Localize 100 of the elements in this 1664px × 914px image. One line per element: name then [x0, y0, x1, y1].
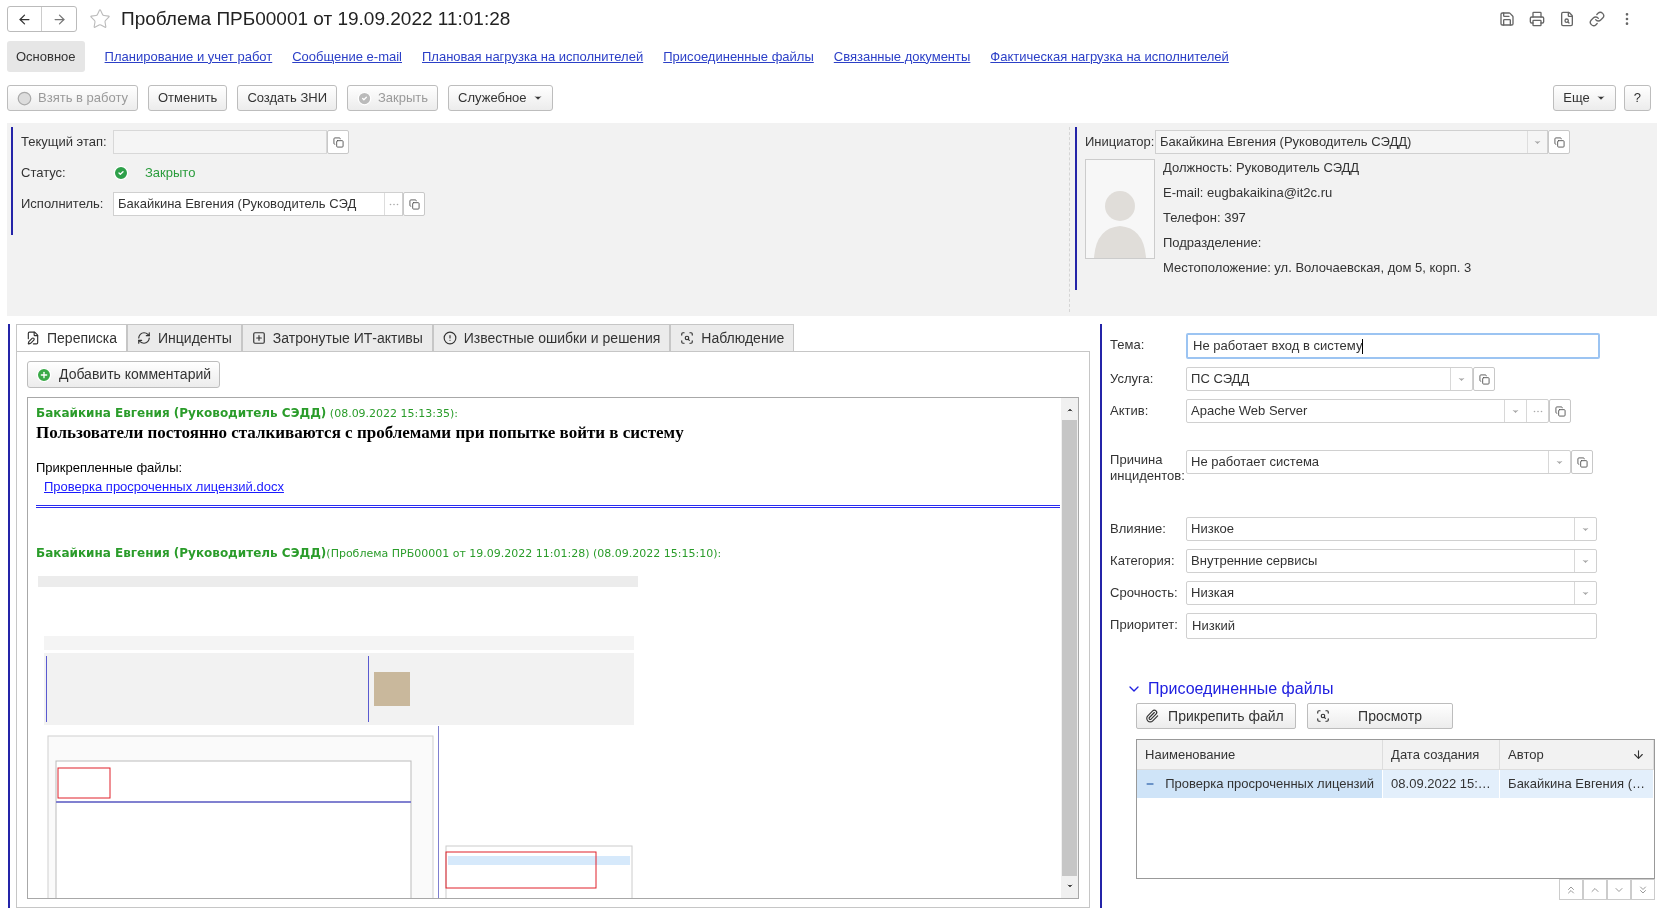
open-button[interactable]: [1473, 367, 1496, 391]
attachments-label: Прикрепленные файлы:: [36, 458, 184, 477]
table-cell-text: Проверка просроченных лицензий: [1165, 775, 1375, 794]
comment-meta: (Проблема ПРБ00001 от 19.09.2022 11:01:28) (08.09.2022 15:15:10):: [326, 546, 722, 560]
select-field[interactable]: ПС СЭДД: [1186, 367, 1474, 391]
open-icon: [1478, 373, 1490, 385]
open-button[interactable]: [327, 130, 349, 154]
status-text: Закрыто: [145, 164, 196, 183]
open-button[interactable]: [403, 192, 425, 216]
alert-icon: [442, 331, 457, 345]
open-icon: [332, 136, 344, 148]
detail-text: Подразделение:: [1163, 234, 1263, 252]
toolbar-button[interactable]: Служебное: [448, 85, 553, 111]
nav-link[interactable]: Планирование и учет работ: [104, 46, 273, 67]
select-field[interactable]: Apache Web Server: [1186, 399, 1550, 423]
back-icon: [17, 11, 32, 27]
view-icon: [1316, 709, 1331, 723]
open-icon: [1554, 405, 1566, 417]
move-down-button[interactable]: [1607, 879, 1631, 900]
more-icon: [388, 202, 399, 206]
scroll-down-icon[interactable]: [1065, 882, 1074, 890]
favorite-star-icon[interactable]: [89, 8, 111, 30]
edit-icon: [26, 331, 40, 345]
detail-text: Должность: Руководитель СЭДД: [1163, 159, 1361, 177]
sort-icon[interactable]: [1632, 748, 1645, 761]
detail-text: Телефон: 397: [1163, 209, 1247, 227]
nav-link[interactable]: Фактическая нагрузка на исполнителей: [990, 46, 1229, 67]
add-comment-button[interactable]: Добавить комментарий: [27, 361, 221, 388]
field-label: Статус:: [21, 164, 67, 183]
select-field[interactable]: Не работает система: [1186, 450, 1572, 474]
move-last-button[interactable]: [1631, 879, 1655, 900]
comment-body: Пользователи постоянно сталкиваются с проблемами при попытке войти в систему: [36, 422, 685, 443]
scrollbar-thumb[interactable]: [1062, 420, 1078, 876]
table-row[interactable]: Проверка просроченных лицензий 08.09.2022 15:… Бакайкина Евгения (…: [1137, 770, 1654, 798]
caret-icon: [1595, 93, 1606, 103]
nav-link[interactable]: Присоединенные файлы: [663, 46, 814, 67]
select-field[interactable]: Внутренние сервисы: [1186, 549, 1598, 573]
select-field[interactable]: Низкая: [1186, 581, 1598, 605]
more-icon: [1532, 409, 1543, 413]
tab[interactable]: Наблюдение: [670, 324, 795, 351]
input-field[interactable]: Бакайкина Евгения (Руководитель СЭД: [113, 192, 403, 216]
save-icon[interactable]: [1499, 11, 1515, 27]
toolbar-button[interactable]: Отменить: [148, 85, 228, 111]
link-icon[interactable]: [1589, 11, 1605, 27]
paperclip-icon: [1145, 709, 1160, 723]
open-button[interactable]: [1548, 130, 1570, 154]
open-icon: [408, 198, 420, 210]
print-icon[interactable]: [1529, 11, 1545, 27]
toolbar-button[interactable]: ?: [1623, 85, 1651, 111]
window-title: Проблема ПРБ00001 от 19.09.2022 11:01:28: [121, 6, 511, 31]
status-check-icon: [113, 165, 129, 181]
open-button[interactable]: [1571, 450, 1594, 474]
field-label: Актив:: [1110, 402, 1150, 419]
section-toggle[interactable]: Присоединенные файлы: [1126, 677, 1664, 701]
field-label: Приоритет:: [1110, 616, 1179, 633]
field-label: Категория:: [1110, 552, 1176, 569]
field-label: Текущий этап:: [21, 133, 108, 152]
move-up-button[interactable]: [1583, 879, 1607, 900]
refresh-icon: [137, 331, 152, 345]
nav-link[interactable]: Сообщение e-mail: [292, 46, 402, 67]
tab[interactable]: Затронутые ИТ-активы: [241, 324, 433, 351]
plus-square-icon: [251, 331, 266, 345]
select-field[interactable]: Низкое: [1186, 517, 1598, 541]
text-field[interactable]: Низкий: [1186, 613, 1598, 639]
attachment-link[interactable]: Проверка просроченных лицензий.docx: [44, 477, 284, 497]
field-label: Срочность:: [1110, 584, 1179, 601]
view-icon: [680, 331, 695, 345]
detail-text: E-mail: eugbakaikina@it2c.ru: [1163, 184, 1334, 202]
move-first-button[interactable]: [1559, 879, 1583, 900]
attach-file-button[interactable]: Прикрепить файл: [1136, 703, 1297, 729]
field-label: Инициатор:: [1085, 133, 1155, 152]
comment-author: Бакайкина Евгения (Руководитель СЭДД): [36, 406, 327, 420]
field-label: Исполнитель:: [21, 195, 105, 214]
nav-link[interactable]: Связанные документы: [833, 46, 971, 67]
select-field[interactable]: Бакайкина Евгения (Руководитель СЭДД): [1155, 130, 1548, 154]
table-cell-text: Бакайкина Евгения (…: [1508, 775, 1645, 794]
toolbar-button[interactable]: Еще: [1553, 85, 1616, 111]
comment-meta: (08.09.2022 15:13:35):: [328, 407, 458, 420]
column-header: Дата создания: [1383, 740, 1501, 769]
add-icon: [36, 366, 52, 383]
nav-link[interactable]: Плановая нагрузка на исполнителей: [422, 46, 644, 67]
double-down-icon: [1637, 883, 1649, 896]
column-header: Автор: [1500, 740, 1654, 769]
tab[interactable]: Известные ошибки и решения: [432, 324, 671, 351]
open-icon: [1576, 456, 1588, 468]
toolbar-button[interactable]: Создать ЗНИ: [237, 85, 337, 111]
view-button[interactable]: Просмотр: [1307, 703, 1454, 729]
field-label: Причина инцидентов:: [1110, 451, 1186, 484]
comment-author: Бакайкина Евгения (Руководитель СЭДД): [36, 545, 327, 560]
detail-text: Местоположение: ул. Волочаевская, дом 5, корп. 3: [1163, 259, 1472, 277]
field-label: Влияние:: [1110, 520, 1167, 537]
open-button[interactable]: [1549, 399, 1572, 423]
nav-link[interactable]: Основное: [7, 40, 85, 73]
preview-icon[interactable]: [1559, 11, 1575, 27]
tab[interactable]: Инциденты: [127, 324, 242, 351]
tab[interactable]: Переписка: [16, 324, 128, 351]
text-field[interactable]: Не работает вход в систему: [1186, 333, 1601, 359]
forward-icon: [51, 11, 67, 27]
input-field[interactable]: [113, 130, 327, 154]
scroll-up-icon[interactable]: [1065, 406, 1074, 414]
